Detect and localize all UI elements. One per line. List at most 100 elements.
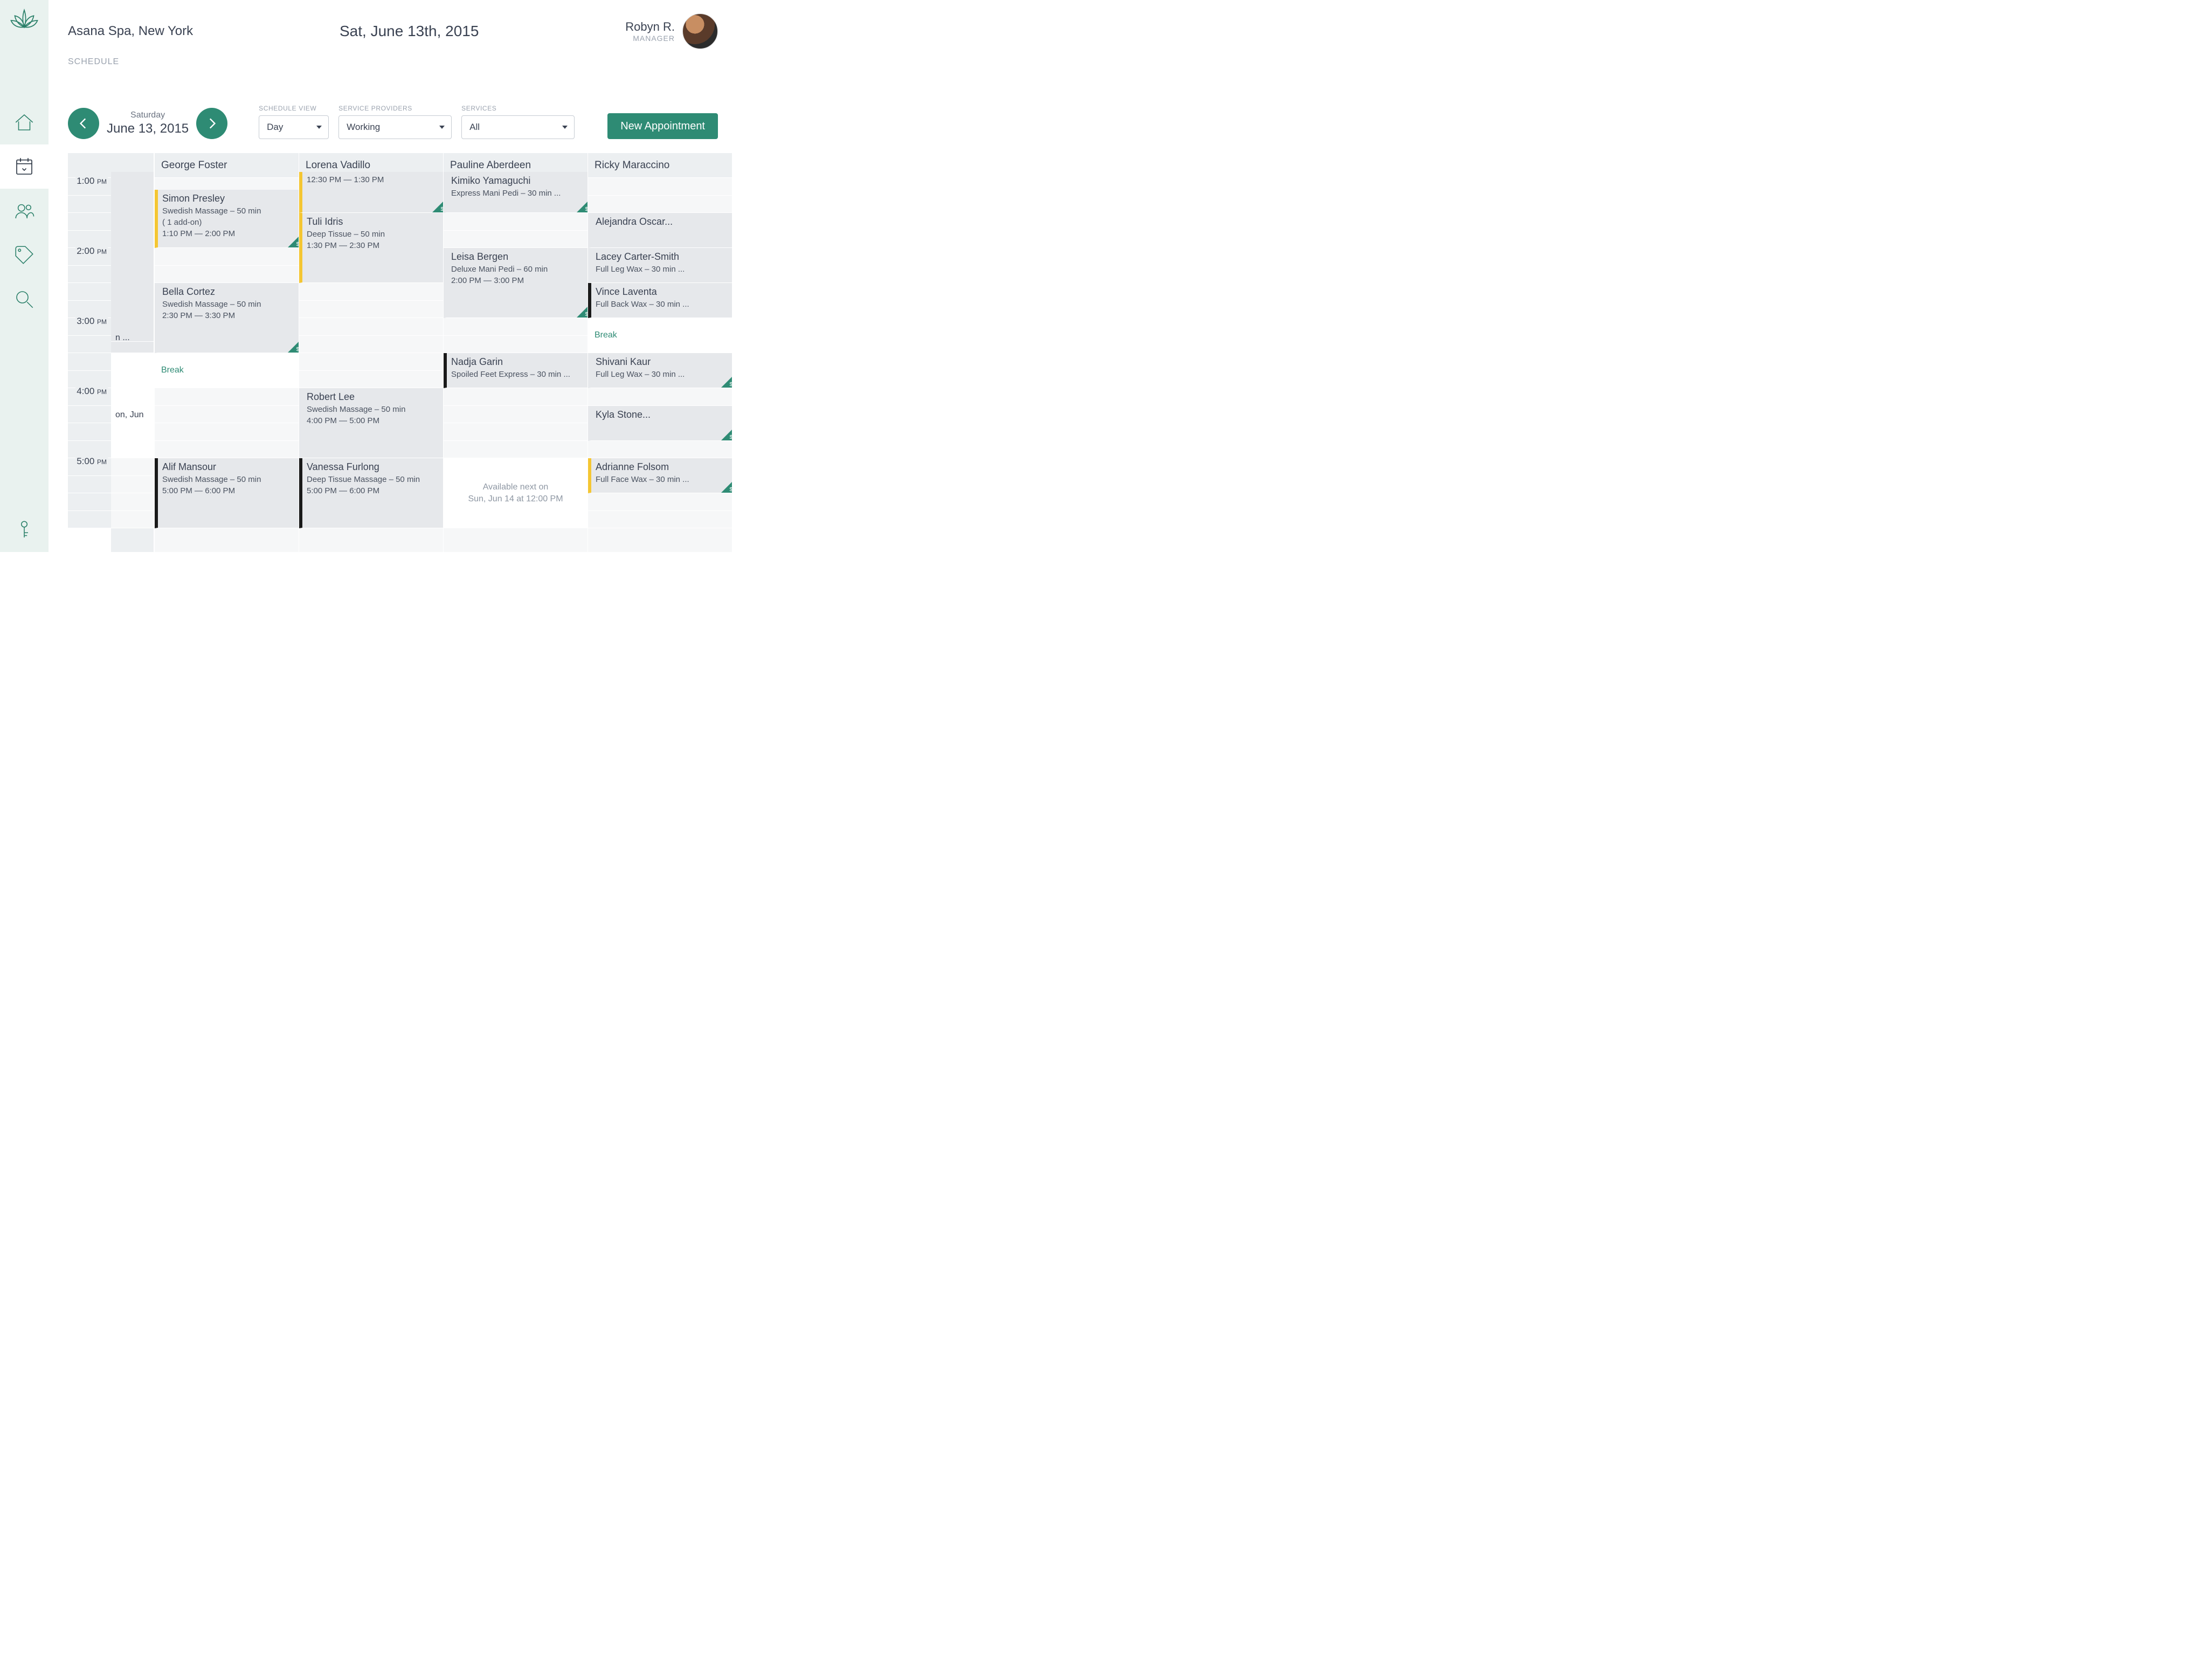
nav-schedule[interactable] <box>0 144 49 189</box>
appointment-block[interactable]: Vanessa FurlongDeep Tissue Massage – 50 … <box>299 458 443 528</box>
appointment-block[interactable]: Simon PresleySwedish Massage – 50 min( 1… <box>155 190 299 248</box>
appointment-client: Robert Lee <box>307 391 438 403</box>
appointment-time: 5:00 PM — 6:00 PM <box>307 486 438 495</box>
date-nav: Saturday June 13, 2015 <box>68 108 227 139</box>
appointment-client: Bella Cortez <box>162 286 293 298</box>
appointment-block[interactable]: 12:30 PM — 1:30 PM <box>299 172 443 213</box>
time-label: 4:00 PM <box>75 386 108 397</box>
time-label: 5:00 PM <box>75 456 108 467</box>
appointment-client: Alif Mansour <box>162 461 293 473</box>
select-service-providers[interactable]: Working <box>338 115 452 139</box>
appointment-service: Swedish Massage – 50 min <box>162 475 293 484</box>
appointment-block[interactable]: Shivani Kaur Full Leg Wax – 30 min ... <box>588 353 732 388</box>
appointment-service: Full Face Wax – 30 min ... <box>596 475 727 484</box>
appointment-block[interactable]: Robert LeeSwedish Massage – 50 min4:00 P… <box>299 388 443 458</box>
appointment-block[interactable]: Vince LaventaFull Back Wax – 30 min ... <box>588 283 732 318</box>
appointment-addon: ( 1 add-on) <box>162 218 293 227</box>
provider-header[interactable]: Ricky Maraccino <box>588 153 732 178</box>
new-appointment-label: New Appointment <box>620 120 705 133</box>
break-block: Break <box>155 353 299 388</box>
available-next-time: Sun, Jun 14 at 12:00 PM <box>468 494 563 504</box>
partial-fragment: on, Jun <box>111 407 154 419</box>
select-schedule-view-value: Day <box>267 122 283 133</box>
appointment-block[interactable]: Lacey Carter-SmithFull Leg Wax – 30 min … <box>588 248 732 283</box>
select-service-providers-value: Working <box>347 122 380 133</box>
section-label: SCHEDULE <box>49 47 737 67</box>
appointment-service: Swedish Massage – 50 min <box>162 206 293 216</box>
provider-column: Ricky Maraccino Alejandra Oscar... Lacey C… <box>587 153 732 552</box>
paid-icon <box>288 342 299 353</box>
appointment-client: Adrianne Folsom <box>596 461 727 473</box>
appointment-time: 1:30 PM — 2:30 PM <box>307 241 438 250</box>
paid-icon <box>577 307 587 318</box>
next-day-button[interactable] <box>196 108 227 139</box>
time-label: 1:00 PM <box>75 176 108 187</box>
nav-admin-key[interactable] <box>0 508 49 552</box>
new-appointment-button[interactable]: New Appointment <box>607 113 718 139</box>
chevron-down-icon <box>439 126 445 129</box>
appointment-block[interactable]: Adrianne Folsom Full Face Wax – 30 min ..… <box>588 458 732 493</box>
appointment-block[interactable]: Leisa BergenDeluxe Mani Pedi – 60 min2:0… <box>444 248 587 318</box>
appointment-client: Vince Laventa <box>596 286 727 298</box>
nav-home[interactable] <box>0 100 49 144</box>
appointment-client: Nadja Garin <box>451 356 582 368</box>
paid-icon <box>288 237 299 247</box>
appointment-block[interactable]: Alif Mansour Swedish Massage – 50 min 5:00… <box>155 458 299 528</box>
provider-header[interactable]: George Foster <box>155 153 299 178</box>
select-services-value: All <box>469 122 480 133</box>
available-next-block: Available next on Sun, Jun 14 at 12:00 PM <box>444 458 587 528</box>
appointment-client: Shivani Kaur <box>596 356 727 368</box>
appointment-service: Express Mani Pedi – 30 min ... <box>451 189 582 198</box>
user-block[interactable]: Robyn R. MANAGER <box>625 13 718 49</box>
user-name: Robyn R. <box>625 20 675 34</box>
select-schedule-view[interactable]: Day <box>259 115 329 139</box>
break-block: Break <box>588 318 732 353</box>
filter-label-schedule-view: SCHEDULE VIEW <box>259 105 329 112</box>
prev-day-button[interactable] <box>68 108 99 139</box>
nav-clients[interactable] <box>0 189 49 233</box>
available-next-label: Available next on <box>483 482 549 492</box>
lotus-logo-icon <box>9 5 39 36</box>
nav-tags[interactable] <box>0 233 49 277</box>
appointment-client: Kimiko Yamaguchi <box>451 175 582 187</box>
paid-icon <box>721 430 732 440</box>
appointment-time: 2:00 PM — 3:00 PM <box>451 276 582 285</box>
page-date-title: Sat, June 13th, 2015 <box>340 23 479 40</box>
time-column: 1:00 PM2:00 PM3:00 PM4:00 PM5:00 PM <box>68 153 111 552</box>
appointment-time: 1:10 PM — 2:00 PM <box>162 229 293 238</box>
time-label: 2:00 PM <box>75 246 108 257</box>
partial-prev-provider-column: n ... on, Jun <box>111 153 154 552</box>
appointment-block[interactable]: Alejandra Oscar... <box>588 213 732 248</box>
nav-search[interactable] <box>0 277 49 321</box>
appointment-time: 2:30 PM — 3:30 PM <box>162 311 293 320</box>
appointment-client: Vanessa Furlong <box>307 461 438 473</box>
filter-label-providers: SERVICE PROVIDERS <box>338 105 452 112</box>
appointment-client: Tuli Idris <box>307 216 438 227</box>
chevron-down-icon <box>562 126 568 129</box>
provider-column: George Foster Simon PresleySwedish Massag… <box>154 153 299 552</box>
date-full: June 13, 2015 <box>107 121 189 136</box>
avatar[interactable] <box>682 13 718 49</box>
filter-label-services: SERVICES <box>461 105 575 112</box>
date-day-of-week: Saturday <box>107 111 189 120</box>
appointment-client: Kyla Stone... <box>596 409 727 420</box>
partial-fragment: n ... <box>111 330 154 342</box>
appointment-service: Swedish Massage – 50 min <box>307 405 438 414</box>
appointment-block[interactable]: Nadja GarinSpoiled Feet Express – 30 min… <box>444 353 587 388</box>
user-role: MANAGER <box>625 34 675 43</box>
paid-icon <box>432 202 443 212</box>
schedule-grid: 1:00 PM2:00 PM3:00 PM4:00 PM5:00 PM n ..… <box>49 153 737 552</box>
appointment-service: Full Leg Wax – 30 min ... <box>596 370 727 379</box>
appointment-block[interactable]: Kyla Stone... <box>588 406 732 441</box>
sidebar <box>0 0 49 552</box>
appointment-time: 5:00 PM — 6:00 PM <box>162 486 293 495</box>
appointment-client: Alejandra Oscar... <box>596 216 727 227</box>
location-name: Asana Spa, New York <box>68 24 193 39</box>
provider-column: Pauline AberdeenKimiko YamaguchiExpress … <box>443 153 587 552</box>
paid-icon <box>577 202 587 212</box>
appointment-client: Leisa Bergen <box>451 251 582 263</box>
select-services[interactable]: All <box>461 115 575 139</box>
appointment-block[interactable]: Bella CortezSwedish Massage – 50 min2:30… <box>155 283 299 353</box>
appointment-block[interactable]: Kimiko Yamaguchi Express Mani Pedi – 30 m… <box>444 172 587 213</box>
appointment-block[interactable]: Tuli IdrisDeep Tissue – 50 min1:30 PM — … <box>299 213 443 283</box>
